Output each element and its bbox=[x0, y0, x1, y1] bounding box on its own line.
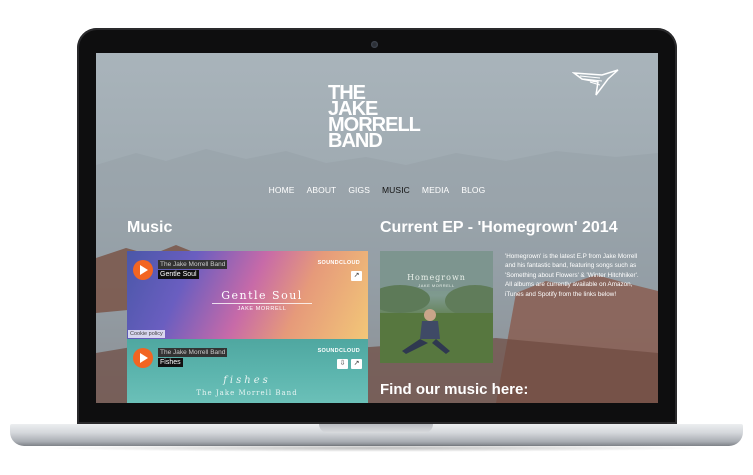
ep-heading: Current EP - 'Homegrown' 2014 bbox=[380, 219, 618, 236]
download-icon[interactable]: ⇩ bbox=[337, 359, 348, 369]
laptop-notch bbox=[319, 424, 433, 433]
laptop-shadow bbox=[40, 444, 713, 452]
camera-icon bbox=[371, 41, 378, 48]
player-track[interactable]: Fishes bbox=[158, 358, 183, 367]
soundcloud-player[interactable]: The Jake Morrell Band Fishes SOUNDCLOUD … bbox=[127, 339, 368, 403]
band-logo[interactable]: THE JAKE MORRELL BAND bbox=[328, 83, 421, 151]
soundcloud-logo[interactable]: SOUNDCLOUD bbox=[318, 348, 360, 354]
nav-item-gigs[interactable]: GIGS bbox=[348, 185, 370, 195]
cookie-policy-link[interactable]: Cookie policy bbox=[128, 330, 165, 338]
ep-description: 'Homegrown' is the latest E.P from Jake … bbox=[505, 253, 639, 298]
share-icon[interactable]: ↗ bbox=[351, 359, 362, 369]
player-track[interactable]: Gentle Soul bbox=[158, 270, 199, 279]
player-artist[interactable]: The Jake Morrell Band bbox=[158, 348, 228, 357]
laptop-mockup: THE JAKE MORRELL BAND HOME ABOUT GIGS MU… bbox=[0, 0, 753, 475]
artwork-divider bbox=[212, 303, 312, 304]
play-icon[interactable] bbox=[133, 260, 153, 280]
nav-item-blog[interactable]: BLOG bbox=[461, 185, 485, 195]
nav-item-music[interactable]: MUSIC bbox=[382, 185, 410, 195]
bird-logo-icon[interactable] bbox=[572, 67, 620, 99]
ep-cover-image[interactable]: Homegrown JAKE MORRELL bbox=[380, 251, 493, 363]
music-heading: Music bbox=[127, 219, 173, 236]
soundcloud-player[interactable]: The Jake Morrell Band Gentle Soul SOUNDC… bbox=[127, 251, 368, 339]
ep-cover-photo bbox=[380, 251, 493, 363]
nav-item-about[interactable]: ABOUT bbox=[307, 185, 337, 195]
ep-cover-subtitle: JAKE MORRELL bbox=[418, 283, 455, 288]
nav-item-home[interactable]: HOME bbox=[269, 185, 295, 195]
nav-item-media[interactable]: MEDIA bbox=[422, 185, 449, 195]
play-icon[interactable] bbox=[133, 348, 153, 368]
artwork-title: fishes bbox=[223, 375, 271, 386]
artwork-subtitle: JAKE MORRELL bbox=[237, 306, 287, 312]
soundcloud-logo[interactable]: SOUNDCLOUD bbox=[318, 260, 360, 266]
ep-cover-title: Homegrown bbox=[407, 273, 466, 282]
share-icon[interactable]: ↗ bbox=[351, 271, 362, 281]
player-artist[interactable]: The Jake Morrell Band bbox=[158, 260, 228, 269]
artwork-title: Gentle Soul bbox=[221, 289, 303, 302]
main-nav: HOME ABOUT GIGS MUSIC MEDIA BLOG bbox=[96, 185, 658, 195]
find-music-heading: Find our music here: bbox=[380, 381, 529, 398]
artwork-subtitle: The Jake Morrell Band bbox=[196, 389, 298, 397]
website-screen: THE JAKE MORRELL BAND HOME ABOUT GIGS MU… bbox=[96, 53, 658, 403]
